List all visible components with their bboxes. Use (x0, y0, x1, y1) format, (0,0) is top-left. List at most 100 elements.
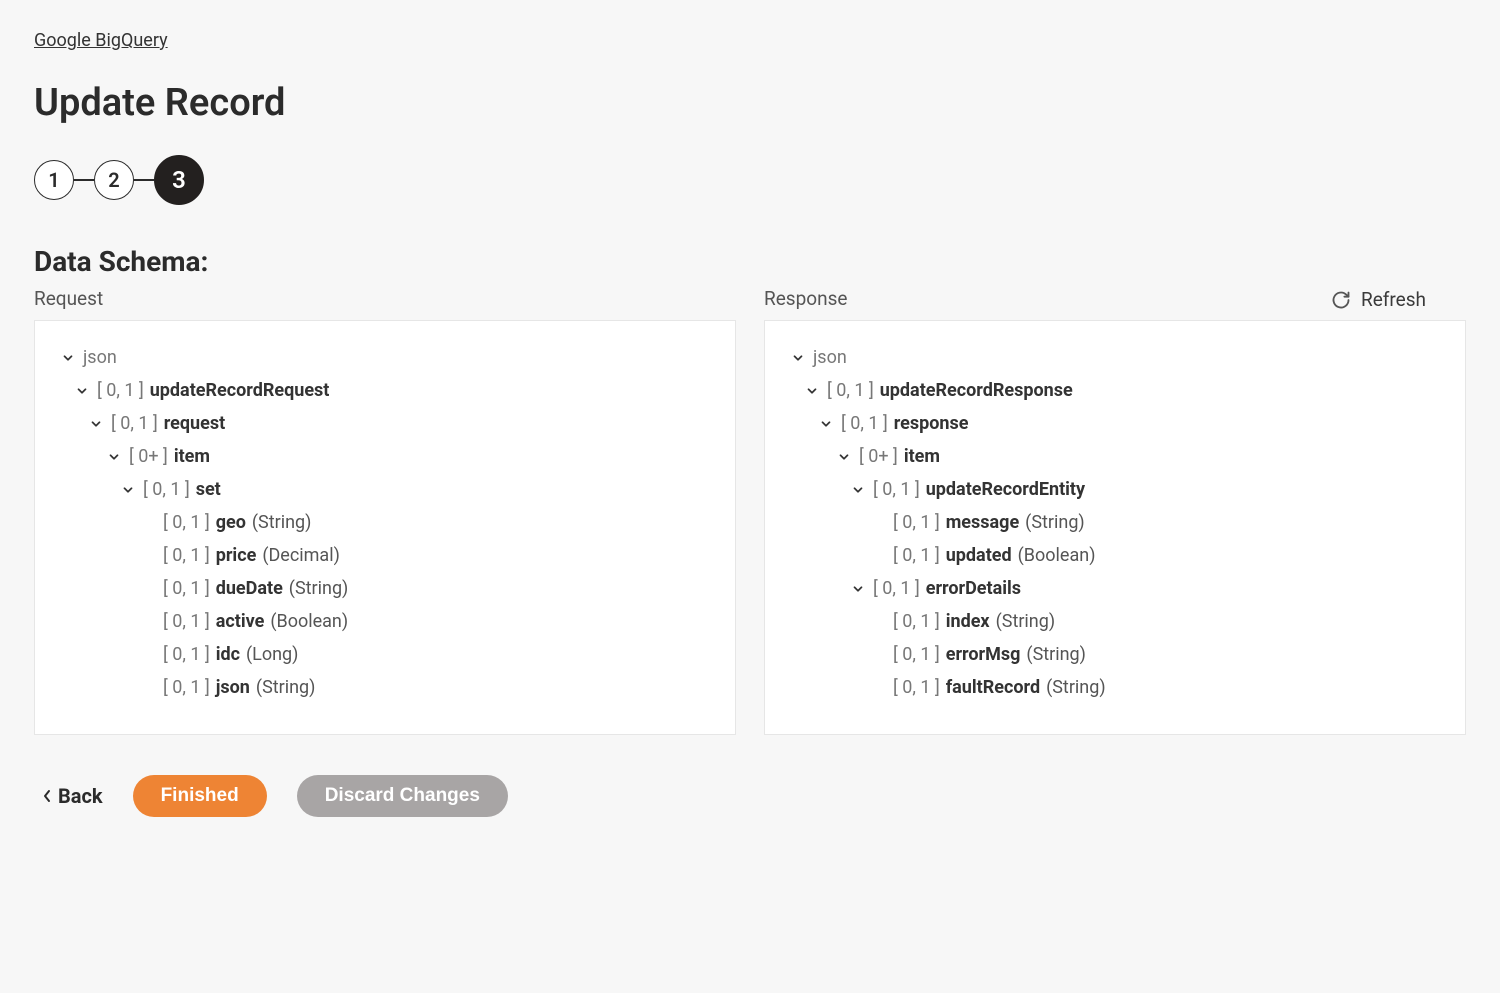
tree-node-cardinality: [ 0, 1 ] (163, 644, 210, 665)
finished-button[interactable]: Finished (133, 775, 267, 817)
tree-node-cardinality: [ 0, 1 ] (893, 677, 940, 698)
tree-node: [ 0, 1 ] index (String) (789, 605, 1441, 638)
tree-node[interactable]: [ 0, 1 ] errorDetails (789, 572, 1441, 605)
tree-node-cardinality: [ 0, 1 ] (163, 545, 210, 566)
tree-node: [ 0, 1 ] message (String) (789, 506, 1441, 539)
tree-node-name: geo (216, 512, 246, 533)
tree-node-cardinality: [ 0, 1 ] (163, 512, 210, 533)
tree-node-cardinality: [ 0, 1 ] (163, 611, 210, 632)
tree-node-name: faultRecord (946, 677, 1040, 698)
tree-node[interactable]: [ 0, 1 ] set (59, 473, 711, 506)
response-panel: json[ 0, 1 ] updateRecordResponse[ 0, 1 … (764, 320, 1466, 735)
tree-node-type: (String) (1046, 677, 1106, 698)
chevron-down-icon (73, 384, 91, 398)
tree-node-cardinality: [ 0+ ] (859, 446, 898, 467)
stepper: 1 2 3 (34, 155, 1466, 205)
discard-button[interactable]: Discard Changes (297, 775, 508, 817)
step-2[interactable]: 2 (94, 160, 134, 200)
tree-node[interactable]: json (59, 341, 711, 374)
tree-node[interactable]: [ 0, 1 ] updateRecordResponse (789, 374, 1441, 407)
tree-node-type: (String) (256, 677, 316, 698)
tree-node-cardinality: [ 0, 1 ] (163, 677, 210, 698)
tree-node-name: errorDetails (926, 578, 1021, 599)
chevron-down-icon (789, 351, 807, 365)
step-1[interactable]: 1 (34, 160, 74, 200)
tree-node[interactable]: [ 0+ ] item (59, 440, 711, 473)
tree-node: [ 0, 1 ] json (String) (59, 671, 711, 704)
tree-node-name: dueDate (216, 578, 283, 599)
back-button[interactable]: Back (42, 784, 103, 808)
tree-node-name: json (813, 347, 847, 368)
tree-node-cardinality: [ 0, 1 ] (893, 611, 940, 632)
tree-node-name: request (164, 413, 225, 434)
tree-node-name: response (894, 413, 969, 434)
tree-node-name: errorMsg (946, 644, 1021, 665)
tree-node-cardinality: [ 0, 1 ] (143, 479, 190, 500)
tree-node-name: updateRecordResponse (880, 380, 1073, 401)
tree-node[interactable]: [ 0+ ] item (789, 440, 1441, 473)
tree-node-name: updateRecordEntity (926, 479, 1085, 500)
tree-node-type: (String) (1026, 644, 1086, 665)
chevron-down-icon (803, 384, 821, 398)
chevron-down-icon (849, 483, 867, 497)
tree-node-name: price (216, 545, 257, 566)
tree-node-type: (Boolean) (270, 611, 348, 632)
tree-node: [ 0, 1 ] faultRecord (String) (789, 671, 1441, 704)
tree-node-name: updated (946, 545, 1012, 566)
chevron-down-icon (87, 417, 105, 431)
tree-node-type: (String) (1025, 512, 1085, 533)
tree-node-type: (Boolean) (1018, 545, 1096, 566)
tree-node[interactable]: [ 0, 1 ] request (59, 407, 711, 440)
section-title: Data Schema: (34, 245, 1466, 278)
tree-node: [ 0, 1 ] active (Boolean) (59, 605, 711, 638)
step-connector (74, 179, 94, 181)
tree-node-type: (String) (996, 611, 1056, 632)
tree-node-cardinality: [ 0, 1 ] (893, 545, 940, 566)
tree-node-type: (String) (289, 578, 349, 599)
tree-node-cardinality: [ 0, 1 ] (893, 644, 940, 665)
tree-node: [ 0, 1 ] geo (String) (59, 506, 711, 539)
tree-node-name: item (174, 446, 210, 467)
tree-node-type: (Long) (246, 644, 298, 665)
chevron-down-icon (105, 450, 123, 464)
tree-node: [ 0, 1 ] dueDate (String) (59, 572, 711, 605)
tree-node-cardinality: [ 0, 1 ] (841, 413, 888, 434)
tree-node-type: (Decimal) (262, 545, 340, 566)
response-label: Response (764, 287, 1466, 310)
tree-node[interactable]: [ 0, 1 ] updateRecordEntity (789, 473, 1441, 506)
tree-node[interactable]: [ 0, 1 ] updateRecordRequest (59, 374, 711, 407)
tree-node-cardinality: [ 0, 1 ] (827, 380, 874, 401)
tree-node-cardinality: [ 0, 1 ] (111, 413, 158, 434)
tree-node[interactable]: [ 0, 1 ] response (789, 407, 1441, 440)
back-label: Back (58, 784, 103, 808)
tree-node-cardinality: [ 0, 1 ] (873, 479, 920, 500)
request-panel: json[ 0, 1 ] updateRecordRequest[ 0, 1 ]… (34, 320, 736, 735)
tree-node-name: item (904, 446, 940, 467)
tree-node-cardinality: [ 0, 1 ] (97, 380, 144, 401)
tree-node: [ 0, 1 ] updated (Boolean) (789, 539, 1441, 572)
tree-node-cardinality: [ 0, 1 ] (163, 578, 210, 599)
chevron-left-icon (42, 784, 52, 808)
tree-node: [ 0, 1 ] idc (Long) (59, 638, 711, 671)
tree-node-cardinality: [ 0, 1 ] (893, 512, 940, 533)
tree-node-name: idc (216, 644, 240, 665)
step-3[interactable]: 3 (154, 155, 204, 205)
tree-node-name: active (216, 611, 265, 632)
chevron-down-icon (849, 582, 867, 596)
tree-node-name: message (946, 512, 1019, 533)
breadcrumb-link[interactable]: Google BigQuery (34, 30, 168, 51)
tree-node-name: json (216, 677, 250, 698)
chevron-down-icon (835, 450, 853, 464)
tree-node-name: json (83, 347, 117, 368)
tree-node-type: (String) (252, 512, 312, 533)
tree-node-name: set (196, 479, 221, 500)
tree-node: [ 0, 1 ] errorMsg (String) (789, 638, 1441, 671)
tree-node-name: index (946, 611, 990, 632)
request-label: Request (34, 287, 736, 310)
step-connector (134, 179, 154, 181)
tree-node-cardinality: [ 0+ ] (129, 446, 168, 467)
tree-node: [ 0, 1 ] price (Decimal) (59, 539, 711, 572)
tree-node[interactable]: json (789, 341, 1441, 374)
chevron-down-icon (119, 483, 137, 497)
tree-node-cardinality: [ 0, 1 ] (873, 578, 920, 599)
